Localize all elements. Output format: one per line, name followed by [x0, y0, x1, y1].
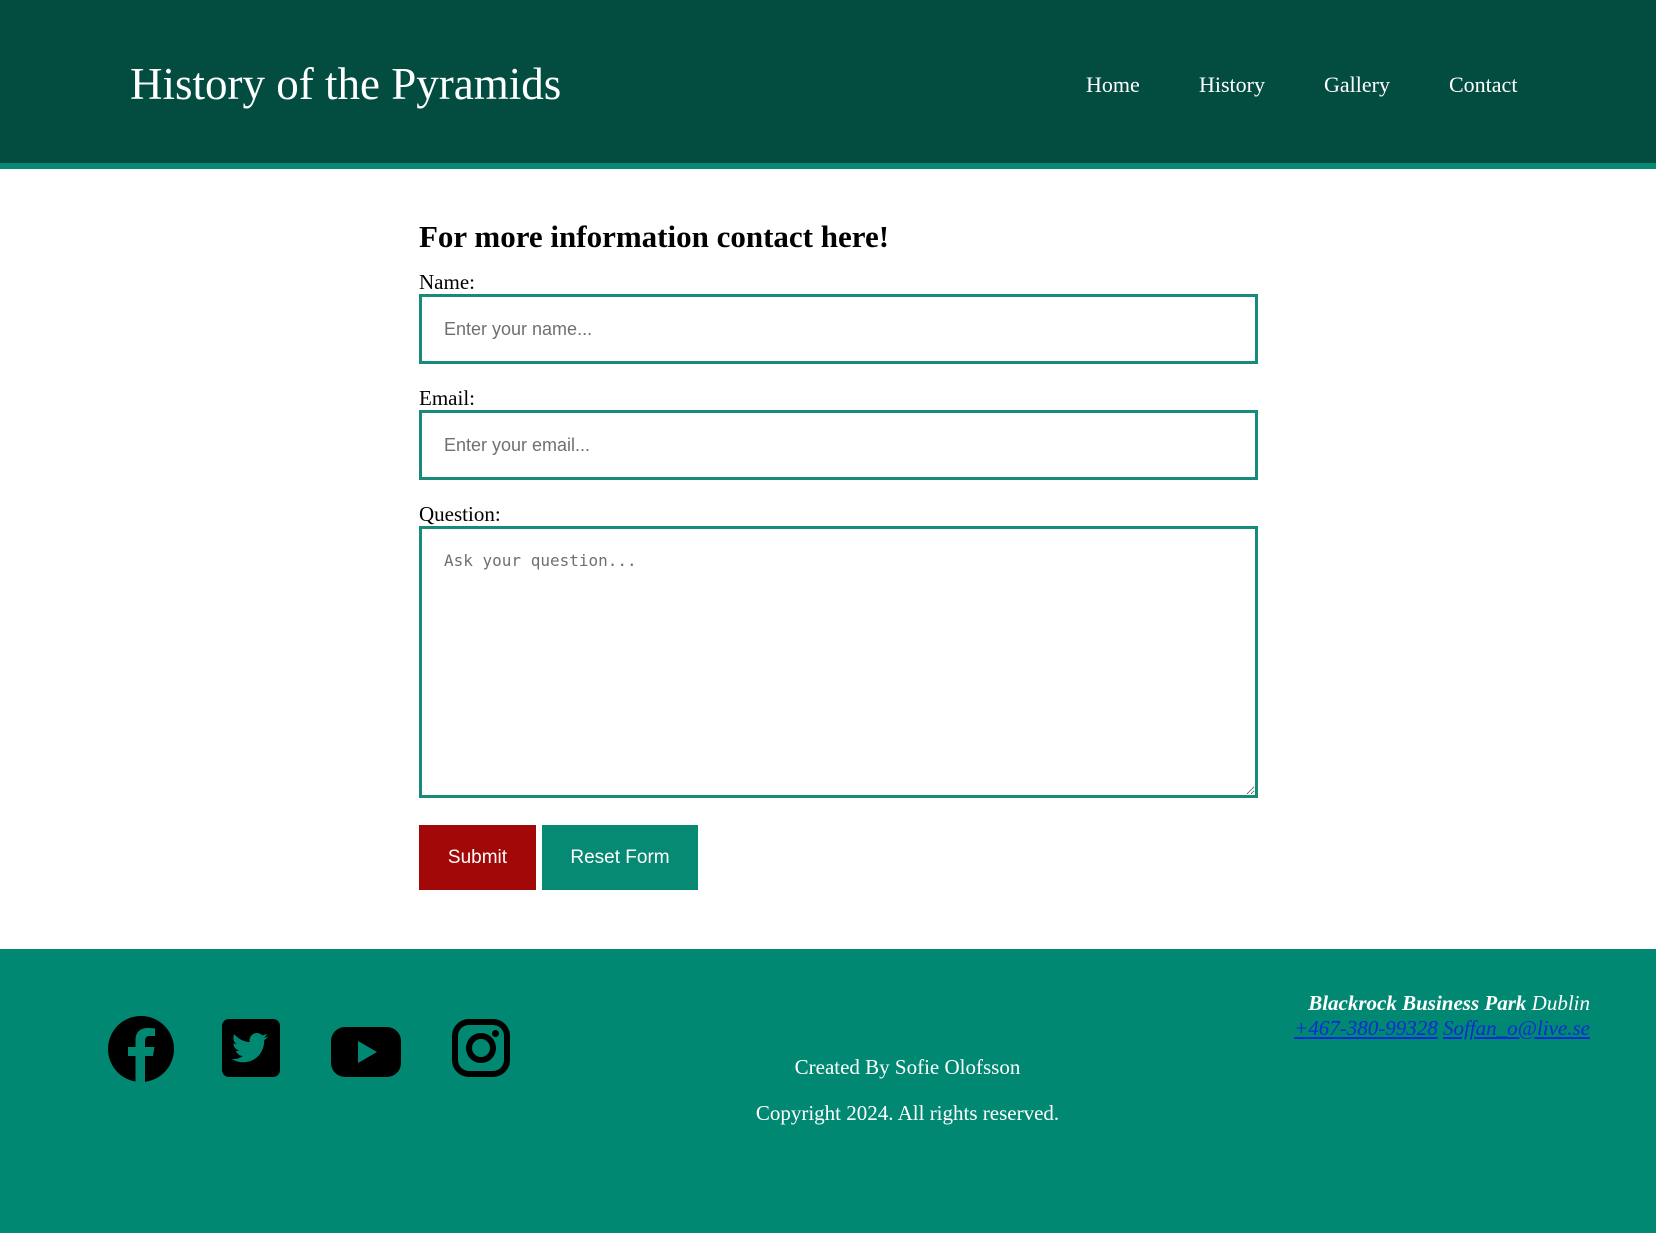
contact-form: For more information contact here! Name:…	[419, 213, 1258, 890]
site-footer: Created By Sofie Olofsson Copyright 2024…	[0, 949, 1656, 1233]
name-label: Name:	[419, 270, 475, 294]
question-textarea[interactable]	[419, 526, 1258, 798]
youtube-icon[interactable]	[331, 1027, 401, 1077]
main-nav: Home History Gallery Contact	[1086, 70, 1517, 100]
phone-link[interactable]: +467-380-99328	[1294, 1016, 1438, 1040]
facebook-icon[interactable]	[108, 1016, 174, 1082]
address-line: Blackrock Business Park Dublin	[1294, 991, 1590, 1016]
footer-credits: Created By Sofie Olofsson Copyright 2024…	[700, 1052, 1115, 1128]
submit-button[interactable]: Submit	[419, 825, 536, 890]
copyright-text: Copyright 2024. All rights reserved.	[755, 1101, 1060, 1125]
site-header: History of the Pyramids Home History Gal…	[0, 0, 1656, 169]
question-label: Question:	[419, 502, 501, 526]
name-input[interactable]	[419, 294, 1258, 364]
address-city: Dublin	[1531, 991, 1590, 1015]
nav-home[interactable]: Home	[1086, 70, 1199, 100]
email-label: Email:	[419, 386, 475, 410]
footer-address: Blackrock Business Park Dublin +467-380-…	[1294, 991, 1590, 1041]
reset-form-button[interactable]: Reset Form	[542, 825, 698, 890]
email-link[interactable]: Soffan_o@live.se	[1443, 1016, 1590, 1040]
nav-gallery[interactable]: Gallery	[1324, 70, 1449, 100]
created-by-text: Created By Sofie Olofsson	[794, 1055, 1021, 1079]
nav-history[interactable]: History	[1199, 70, 1324, 100]
email-input[interactable]	[419, 410, 1258, 480]
form-heading: For more information contact here!	[419, 219, 890, 254]
nav-contact[interactable]: Contact	[1449, 70, 1517, 100]
form-buttons: Submit Reset Form	[419, 825, 1258, 890]
instagram-icon[interactable]	[452, 1019, 510, 1077]
site-title: History of the Pyramids	[130, 59, 562, 109]
twitter-icon[interactable]	[222, 1019, 280, 1077]
contact-links: +467-380-99328 Soffan_o@live.se	[1294, 1016, 1590, 1041]
address-place: Blackrock Business Park	[1308, 991, 1527, 1015]
